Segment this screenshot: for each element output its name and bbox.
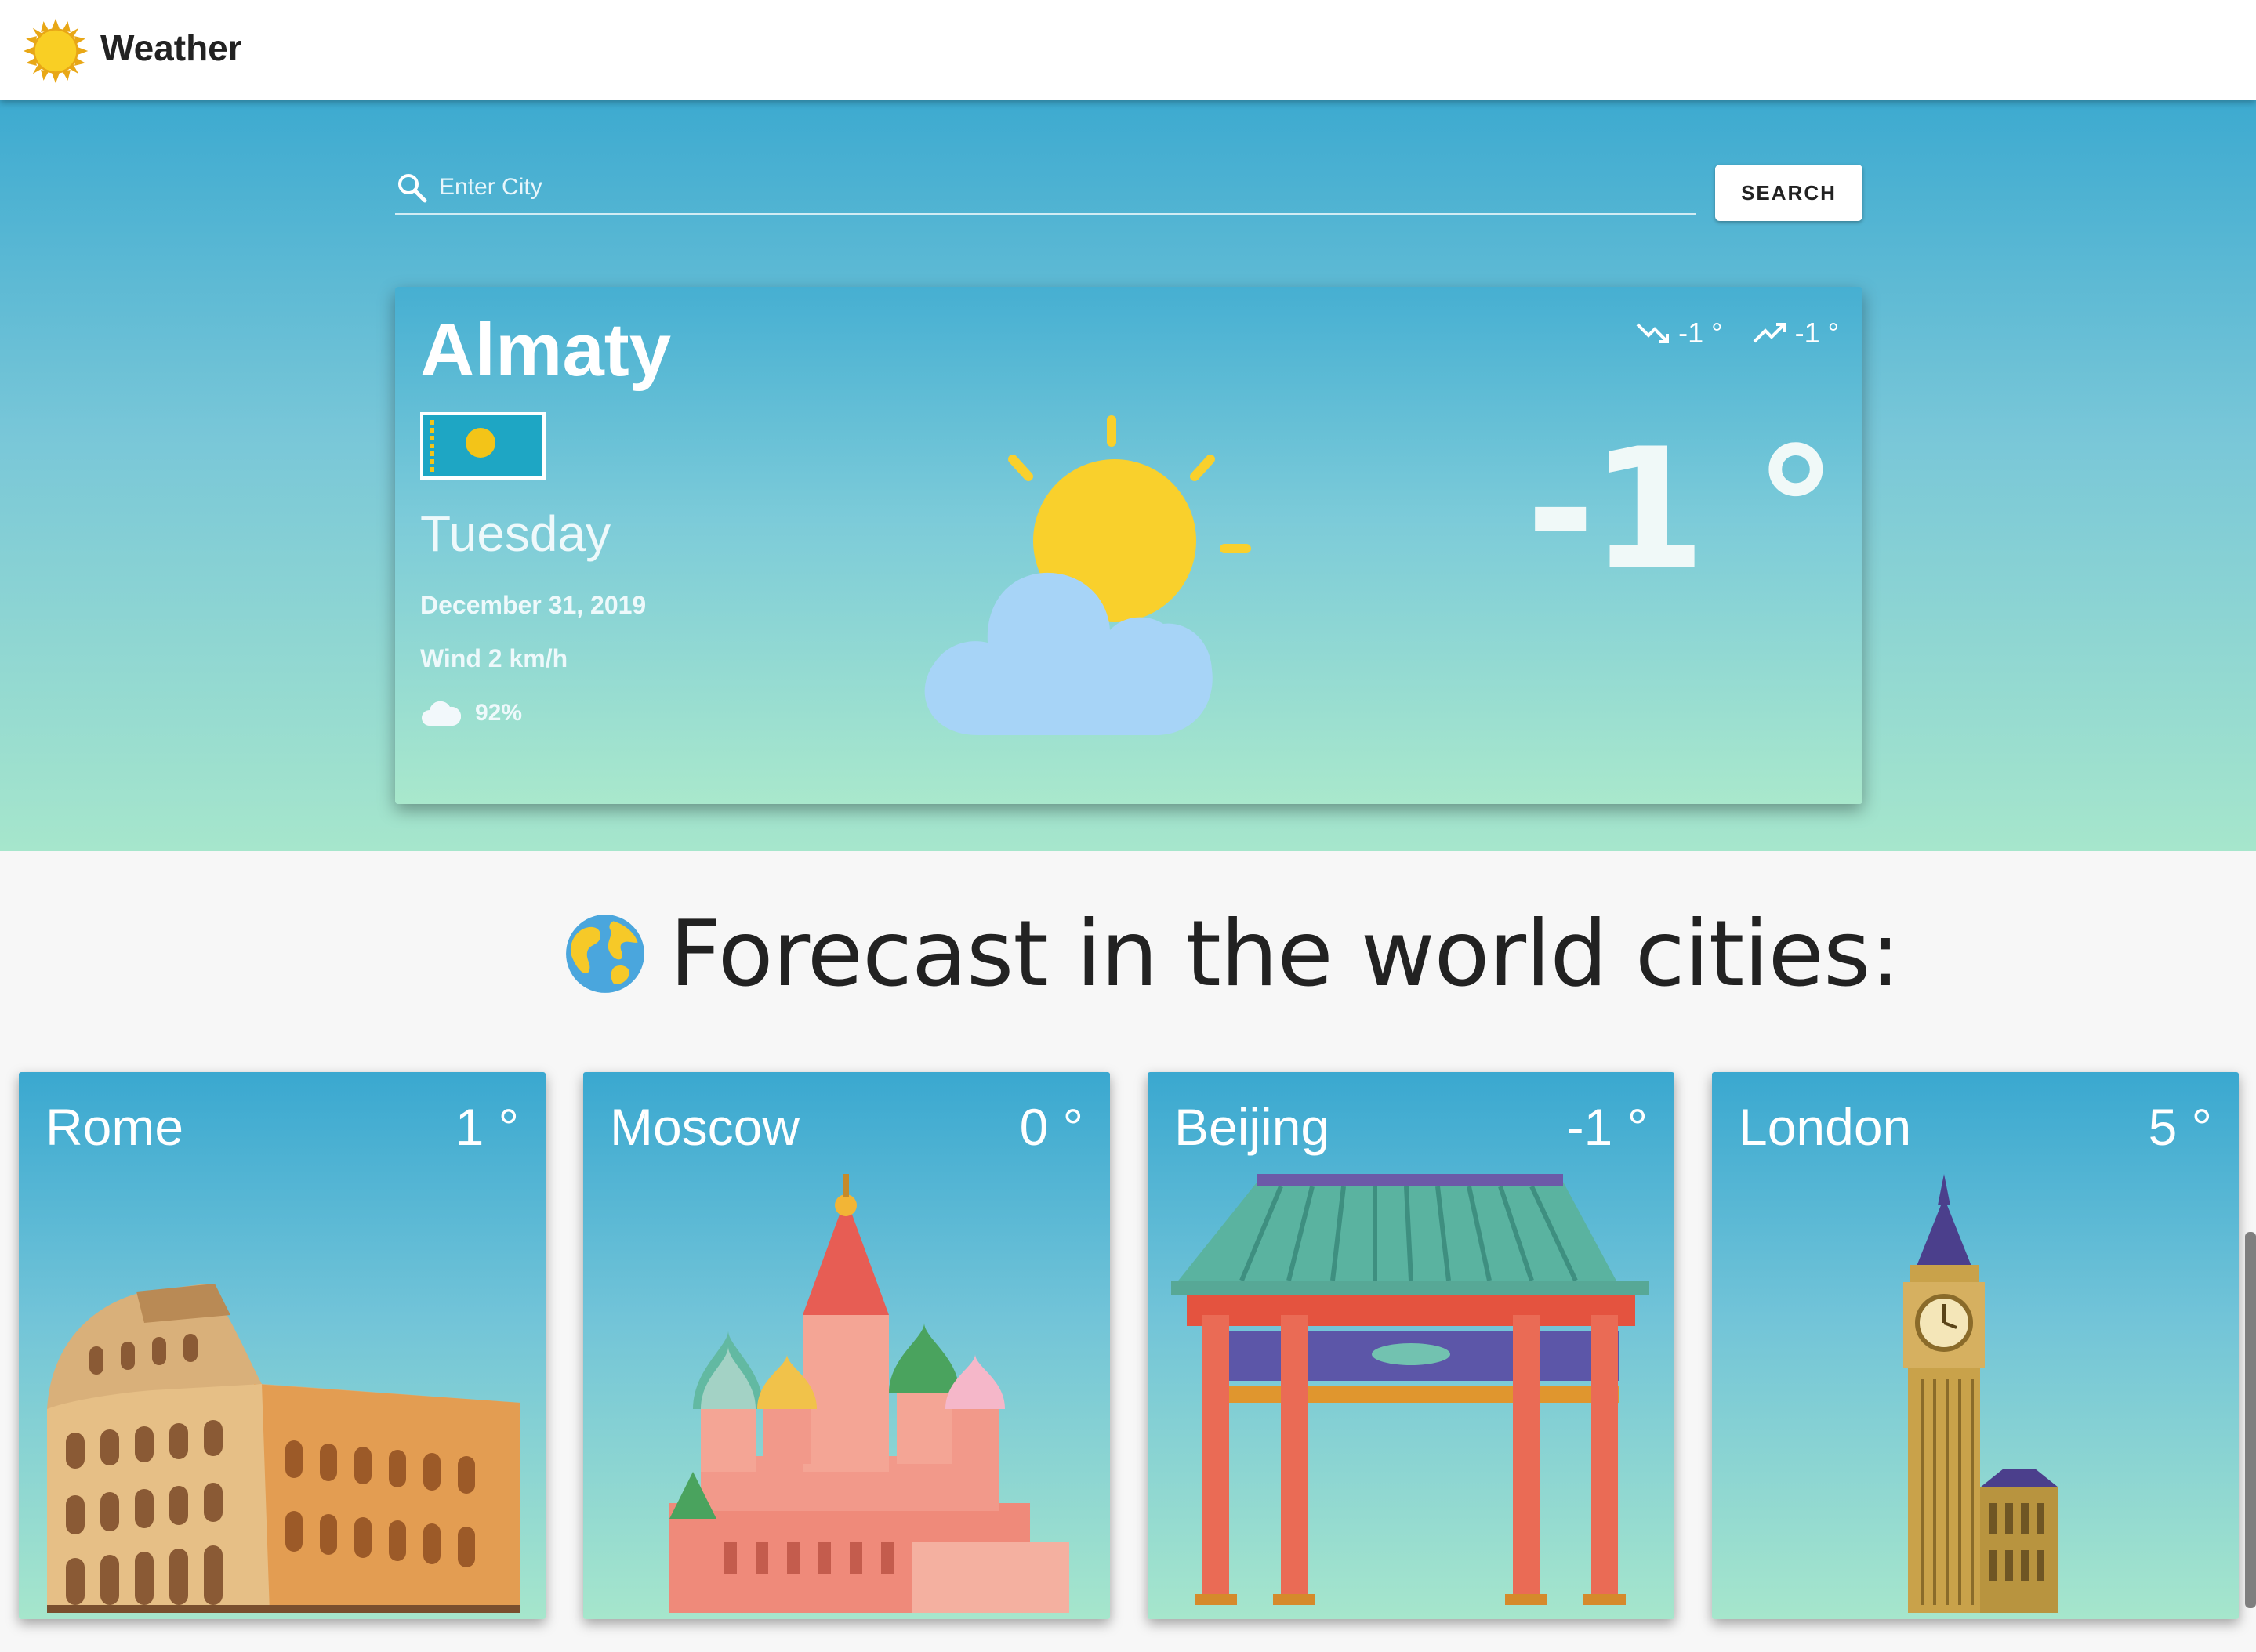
sun-icon	[23, 18, 89, 84]
saint-basils-cathedral-illustration	[669, 1174, 1069, 1613]
search-icon	[398, 174, 427, 203]
city-card-name: Beijing	[1174, 1098, 1330, 1156]
wind-speed: Wind 2 km/h	[420, 644, 568, 672]
max-temp-value: -1 °	[1794, 317, 1839, 349]
current-temperature: -1 °	[1525, 412, 1837, 606]
trending-up-icon	[1753, 323, 1786, 343]
weekday: Tuesday	[420, 505, 611, 562]
cloud-icon	[422, 701, 461, 726]
forecast-title: Forecast in the world cities:	[669, 900, 1900, 1007]
current-weather-card: Almaty Tuesday December 31, 2019 Wind 2 …	[395, 287, 1862, 804]
city-card-temp: -1 °	[1566, 1098, 1648, 1156]
city-card-london[interactable]: London 5 °	[1712, 1072, 2239, 1619]
min-temp: -1 °	[1636, 317, 1723, 350]
colosseum-illustration	[47, 1284, 520, 1613]
min-temp-value: -1 °	[1678, 317, 1723, 349]
humidity: 92%	[420, 696, 522, 730]
app-bar: Weather	[0, 0, 2256, 100]
flag-sun	[466, 428, 495, 458]
city-card-temp: 0 °	[1019, 1098, 1083, 1156]
min-max-temps: -1 ° -1 °	[1636, 317, 1839, 350]
city-card-name: Moscow	[610, 1098, 800, 1156]
city-card-name: London	[1739, 1098, 1912, 1156]
city-card-name: Rome	[45, 1098, 184, 1156]
trending-down-icon	[1636, 323, 1670, 343]
kazakhstan-flag-icon	[420, 412, 546, 480]
city-card-rome[interactable]: Rome 1 °	[19, 1072, 546, 1619]
search-input[interactable]	[439, 169, 1685, 205]
city-name: Almaty	[420, 308, 672, 392]
search-field	[395, 163, 1696, 215]
city-card-moscow[interactable]: Moscow 0 °	[583, 1072, 1110, 1619]
forecast-heading: Forecast in the world cities:	[564, 900, 1900, 1007]
partly-cloudy-icon	[924, 415, 1251, 735]
chinese-gate-illustration	[1171, 1174, 1649, 1605]
app-title: Weather	[100, 27, 242, 68]
search-button[interactable]: SEARCH	[1715, 165, 1862, 221]
big-ben-illustration	[1903, 1174, 2058, 1613]
globe-icon	[566, 915, 644, 993]
city-card-beijing[interactable]: Beijing -1 °	[1148, 1072, 1674, 1619]
humidity-value: 92%	[475, 700, 523, 726]
max-temp: -1 °	[1753, 317, 1839, 350]
city-card-temp: 1 °	[455, 1098, 519, 1156]
city-card-temp: 5 °	[2148, 1098, 2212, 1156]
date: December 31, 2019	[420, 591, 647, 619]
flag-ornament	[430, 420, 434, 472]
scrollbar[interactable]	[2245, 1232, 2256, 1608]
